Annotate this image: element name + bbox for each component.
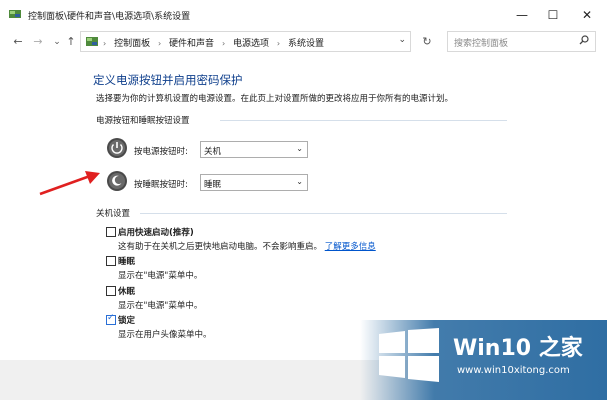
chevron-right-icon[interactable]: › (222, 39, 225, 48)
sleep-option-desc: 显示在"电源"菜单中。 (118, 271, 203, 281)
shutdown-settings-heading: 关机设置 (96, 209, 131, 219)
fast-startup-desc-text: 这有助于在关机之后更快地启动电脑。不会影响重启。 (118, 242, 323, 252)
control-panel-window: 控制面板\硬件和声音\电源选项\系统设置 — ☐ ✕ ← → ⌄ ↑ › 控制面… (0, 0, 607, 400)
hibernate-option-desc: 显示在"电源"菜单中。 (118, 301, 203, 311)
chevron-down-icon: ⌄ (296, 177, 303, 186)
title-bar: 控制面板\硬件和声音\电源选项\系统设置 — ☐ ✕ (0, 0, 607, 30)
chevron-down-icon: ⌄ (296, 144, 303, 153)
navigation-bar: ← → ⌄ ↑ › 控制面板 › 硬件和声音 › 电源选项 › 系统设置 ⌄ ↻ (0, 30, 607, 56)
chevron-right-icon: › (103, 39, 107, 48)
power-button-label: 按电源按钮时: (134, 147, 188, 157)
learn-more-link[interactable]: 了解更多信息 (325, 242, 376, 252)
fast-startup-label[interactable]: 启用快速启动(推荐) (118, 226, 194, 238)
power-button-select[interactable]: 关机 ⌄ (200, 141, 308, 158)
hibernate-option-label[interactable]: 休眠 (118, 285, 135, 297)
back-arrow-icon[interactable]: ← (11, 35, 25, 49)
forward-arrow-icon[interactable]: → (31, 35, 45, 49)
address-bar[interactable]: › 控制面板 › 硬件和声音 › 电源选项 › 系统设置 ⌄ (80, 31, 411, 52)
fast-startup-checkbox[interactable] (106, 227, 116, 237)
sleep-option-label[interactable]: 睡眠 (118, 255, 135, 267)
divider (140, 213, 507, 214)
control-panel-icon (86, 37, 98, 46)
red-arrow-annotation (39, 171, 100, 196)
lock-option-label[interactable]: 锁定 (118, 314, 135, 326)
chevron-right-icon[interactable]: › (277, 39, 280, 48)
breadcrumb-hardware-sound[interactable]: 硬件和声音 (169, 39, 214, 49)
page-title: 定义电源按钮并启用密码保护 (93, 73, 243, 87)
lock-checkbox[interactable]: ✓ (106, 313, 116, 325)
chevron-right-icon[interactable]: › (158, 39, 161, 48)
lock-option-desc: 显示在用户头像菜单中。 (118, 330, 212, 340)
power-buttons-heading: 电源按钮和睡眠按钮设置 (96, 116, 190, 126)
breadcrumb-power-options[interactable]: 电源选项 (233, 39, 269, 49)
sleep-button-value: 睡眠 (204, 180, 222, 190)
divider (220, 120, 507, 121)
breadcrumb: › 控制面板 › 硬件和声音 › 电源选项 › 系统设置 (103, 36, 324, 49)
address-dropdown-icon[interactable]: ⌄ (398, 35, 406, 45)
windows-logo-icon (379, 328, 439, 382)
watermark-url: www.win10xitong.com (457, 365, 570, 376)
sleep-button-select[interactable]: 睡眠 ⌄ (200, 174, 308, 191)
search-placeholder: 搜索控制面板 (454, 39, 509, 49)
page-description: 选择要为你的计算机设置的电源设置。在此页上对设置所做的更改将应用于你所有的电源计… (96, 94, 454, 104)
sleep-button-label: 按睡眠按钮时: (134, 180, 188, 190)
checkmark-icon: ✓ (107, 313, 115, 323)
minimize-button[interactable]: — (505, 0, 539, 30)
maximize-button[interactable]: ☐ (536, 0, 570, 30)
sleep-button-icon (107, 171, 127, 191)
close-button[interactable]: ✕ (570, 0, 604, 30)
breadcrumb-system-settings[interactable]: 系统设置 (288, 39, 324, 49)
search-icon[interactable] (579, 35, 589, 45)
fast-startup-desc: 这有助于在关机之后更快地启动电脑。不会影响重启。 了解更多信息 (118, 240, 376, 252)
hibernate-checkbox[interactable] (106, 286, 116, 296)
search-input[interactable]: 搜索控制面板 (447, 31, 596, 52)
breadcrumb-control-panel[interactable]: 控制面板 (114, 39, 150, 49)
watermark-brand: Win10 之家 (453, 336, 583, 361)
recent-locations-icon[interactable]: ⌄ (50, 35, 64, 49)
up-arrow-icon[interactable]: ↑ (64, 35, 78, 49)
window-title: 控制面板\硬件和声音\电源选项\系统设置 (28, 12, 191, 22)
power-button-icon (107, 138, 127, 158)
sleep-checkbox[interactable] (106, 256, 116, 266)
power-button-value: 关机 (204, 147, 222, 157)
control-panel-icon (9, 10, 21, 18)
refresh-icon[interactable]: ↻ (417, 32, 437, 52)
